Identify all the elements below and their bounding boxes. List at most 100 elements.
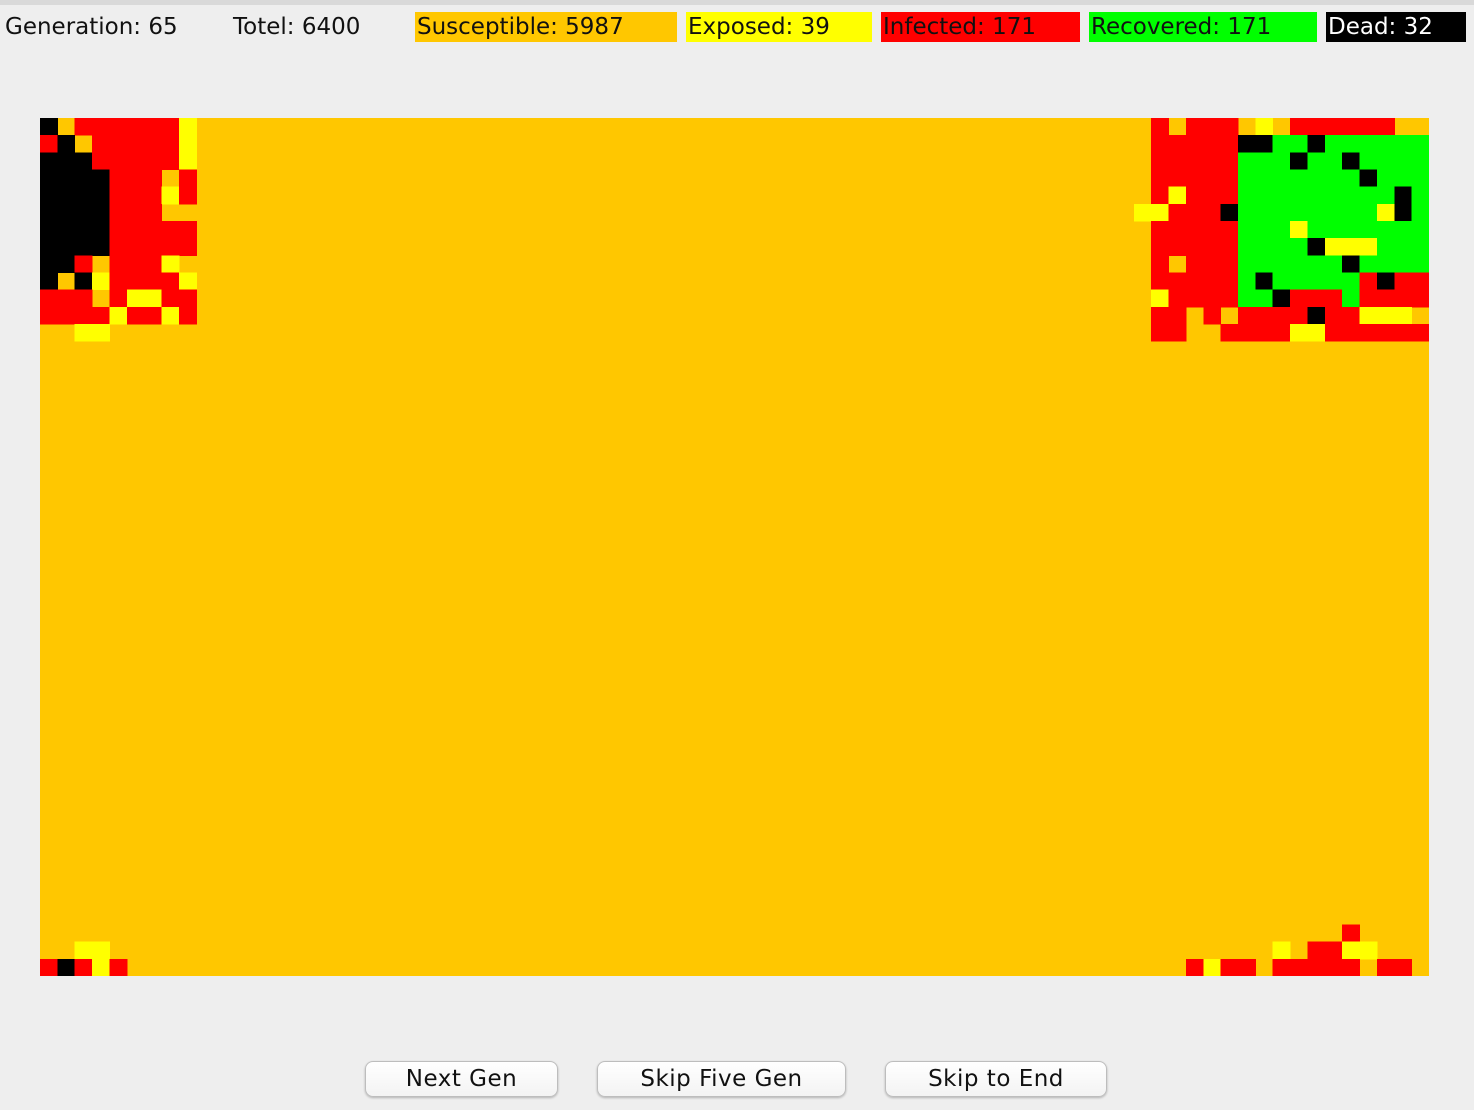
grid-cell bbox=[92, 203, 110, 222]
grid-cell bbox=[1376, 186, 1395, 205]
grid-cell bbox=[1394, 238, 1413, 256]
grid-cell bbox=[40, 958, 58, 976]
grid-cell bbox=[1359, 306, 1378, 325]
grid-cell bbox=[126, 118, 145, 136]
grid-cell bbox=[161, 306, 180, 325]
grid-cell bbox=[1342, 272, 1361, 291]
grid-cell bbox=[57, 306, 76, 325]
grid-cell bbox=[1151, 255, 1170, 273]
grid-cell bbox=[1376, 306, 1395, 325]
grid-cell bbox=[1307, 203, 1326, 222]
grid-cell bbox=[1185, 118, 1204, 136]
grid-cell bbox=[126, 306, 145, 325]
grid-cell bbox=[1376, 289, 1395, 308]
grid-cell bbox=[74, 941, 93, 960]
grid-cell bbox=[1220, 186, 1239, 205]
grid-cell bbox=[1203, 220, 1222, 239]
grid-cell bbox=[1272, 220, 1291, 239]
grid-cell bbox=[178, 289, 197, 308]
grid-cell bbox=[1238, 289, 1256, 308]
grid-cell bbox=[1359, 186, 1378, 205]
grid-cell bbox=[1220, 323, 1239, 342]
grid-cell bbox=[1220, 272, 1239, 291]
grid-cell bbox=[1376, 152, 1395, 170]
grid-cell bbox=[1203, 255, 1222, 273]
grid-cell bbox=[1290, 203, 1308, 222]
grid-cell bbox=[178, 152, 197, 170]
grid-cell bbox=[1324, 203, 1343, 222]
grid-cell bbox=[144, 118, 163, 136]
grid-cell bbox=[1342, 152, 1361, 170]
grid-cell bbox=[1307, 272, 1326, 291]
grid-cell bbox=[1272, 135, 1291, 153]
grid-cell bbox=[1290, 118, 1308, 136]
grid-cell bbox=[1238, 169, 1256, 188]
grid-cell bbox=[1394, 186, 1413, 205]
grid-cell bbox=[1255, 169, 1274, 188]
grid-cell bbox=[1203, 289, 1222, 308]
grid-cell bbox=[161, 118, 180, 136]
grid-cell bbox=[57, 152, 76, 170]
grid-cell bbox=[126, 220, 145, 239]
grid-cell bbox=[1272, 272, 1291, 291]
grid-cell bbox=[40, 186, 58, 205]
grid-cell bbox=[1411, 135, 1429, 153]
grid-cell bbox=[1255, 255, 1274, 273]
grid-cell bbox=[74, 289, 93, 308]
grid-cell bbox=[57, 203, 76, 222]
grid-cell bbox=[109, 169, 128, 188]
grid-cell bbox=[1272, 186, 1291, 205]
grid-cell bbox=[1220, 289, 1239, 308]
grid-cell bbox=[109, 289, 128, 308]
grid-cell bbox=[1290, 958, 1308, 976]
grid-cell bbox=[1290, 152, 1308, 170]
dead-label: Dead: 32 bbox=[1326, 12, 1466, 42]
grid-cell bbox=[1203, 118, 1222, 136]
grid-cell bbox=[1203, 203, 1222, 222]
grid-cell bbox=[74, 186, 93, 205]
grid-cell bbox=[144, 203, 163, 222]
grid-cell bbox=[1359, 203, 1378, 222]
grid-cell bbox=[1324, 272, 1343, 291]
grid-cell bbox=[1168, 289, 1187, 308]
grid-cell bbox=[1255, 220, 1274, 239]
grid-cell bbox=[92, 272, 110, 291]
grid-cell bbox=[40, 118, 58, 136]
skip-five-gen-button[interactable]: Skip Five Gen bbox=[597, 1061, 846, 1097]
grid-cell bbox=[1238, 203, 1256, 222]
grid-cell bbox=[161, 152, 180, 170]
grid-cell bbox=[1290, 169, 1308, 188]
next-gen-button[interactable]: Next Gen bbox=[365, 1061, 558, 1097]
grid-cell bbox=[144, 186, 163, 205]
grid-cell bbox=[1272, 255, 1291, 273]
grid-cell bbox=[1394, 203, 1413, 222]
grid-cell bbox=[1324, 118, 1343, 136]
grid-cell bbox=[1203, 135, 1222, 153]
grid-cell bbox=[1359, 118, 1378, 136]
grid-cell bbox=[1238, 323, 1256, 342]
grid-cell bbox=[74, 238, 93, 256]
grid-cell bbox=[1255, 135, 1274, 153]
grid-cell bbox=[126, 203, 145, 222]
grid-cell bbox=[1272, 323, 1291, 342]
skip-to-end-button[interactable]: Skip to End bbox=[885, 1061, 1107, 1097]
grid-cell bbox=[1324, 238, 1343, 256]
grid-cell bbox=[1220, 958, 1239, 976]
grid-cell bbox=[40, 289, 58, 308]
grid-cell bbox=[74, 118, 93, 136]
status-bar: Generation: 65 Totel: 6400 Susceptible: … bbox=[0, 12, 1474, 42]
grid-cell bbox=[40, 152, 58, 170]
grid-cell bbox=[1168, 238, 1187, 256]
grid-cell bbox=[1359, 941, 1378, 960]
grid-cell bbox=[1324, 958, 1343, 976]
grid-cell bbox=[1342, 238, 1361, 256]
grid-cell bbox=[161, 186, 180, 205]
grid-cell bbox=[1272, 958, 1291, 976]
grid-cell bbox=[1290, 306, 1308, 325]
grid-cell bbox=[1203, 152, 1222, 170]
grid-cell bbox=[1168, 186, 1187, 205]
grid-cell bbox=[1411, 186, 1429, 205]
grid-cell bbox=[1342, 941, 1361, 960]
grid-cell bbox=[109, 152, 128, 170]
grid-cell bbox=[1342, 186, 1361, 205]
